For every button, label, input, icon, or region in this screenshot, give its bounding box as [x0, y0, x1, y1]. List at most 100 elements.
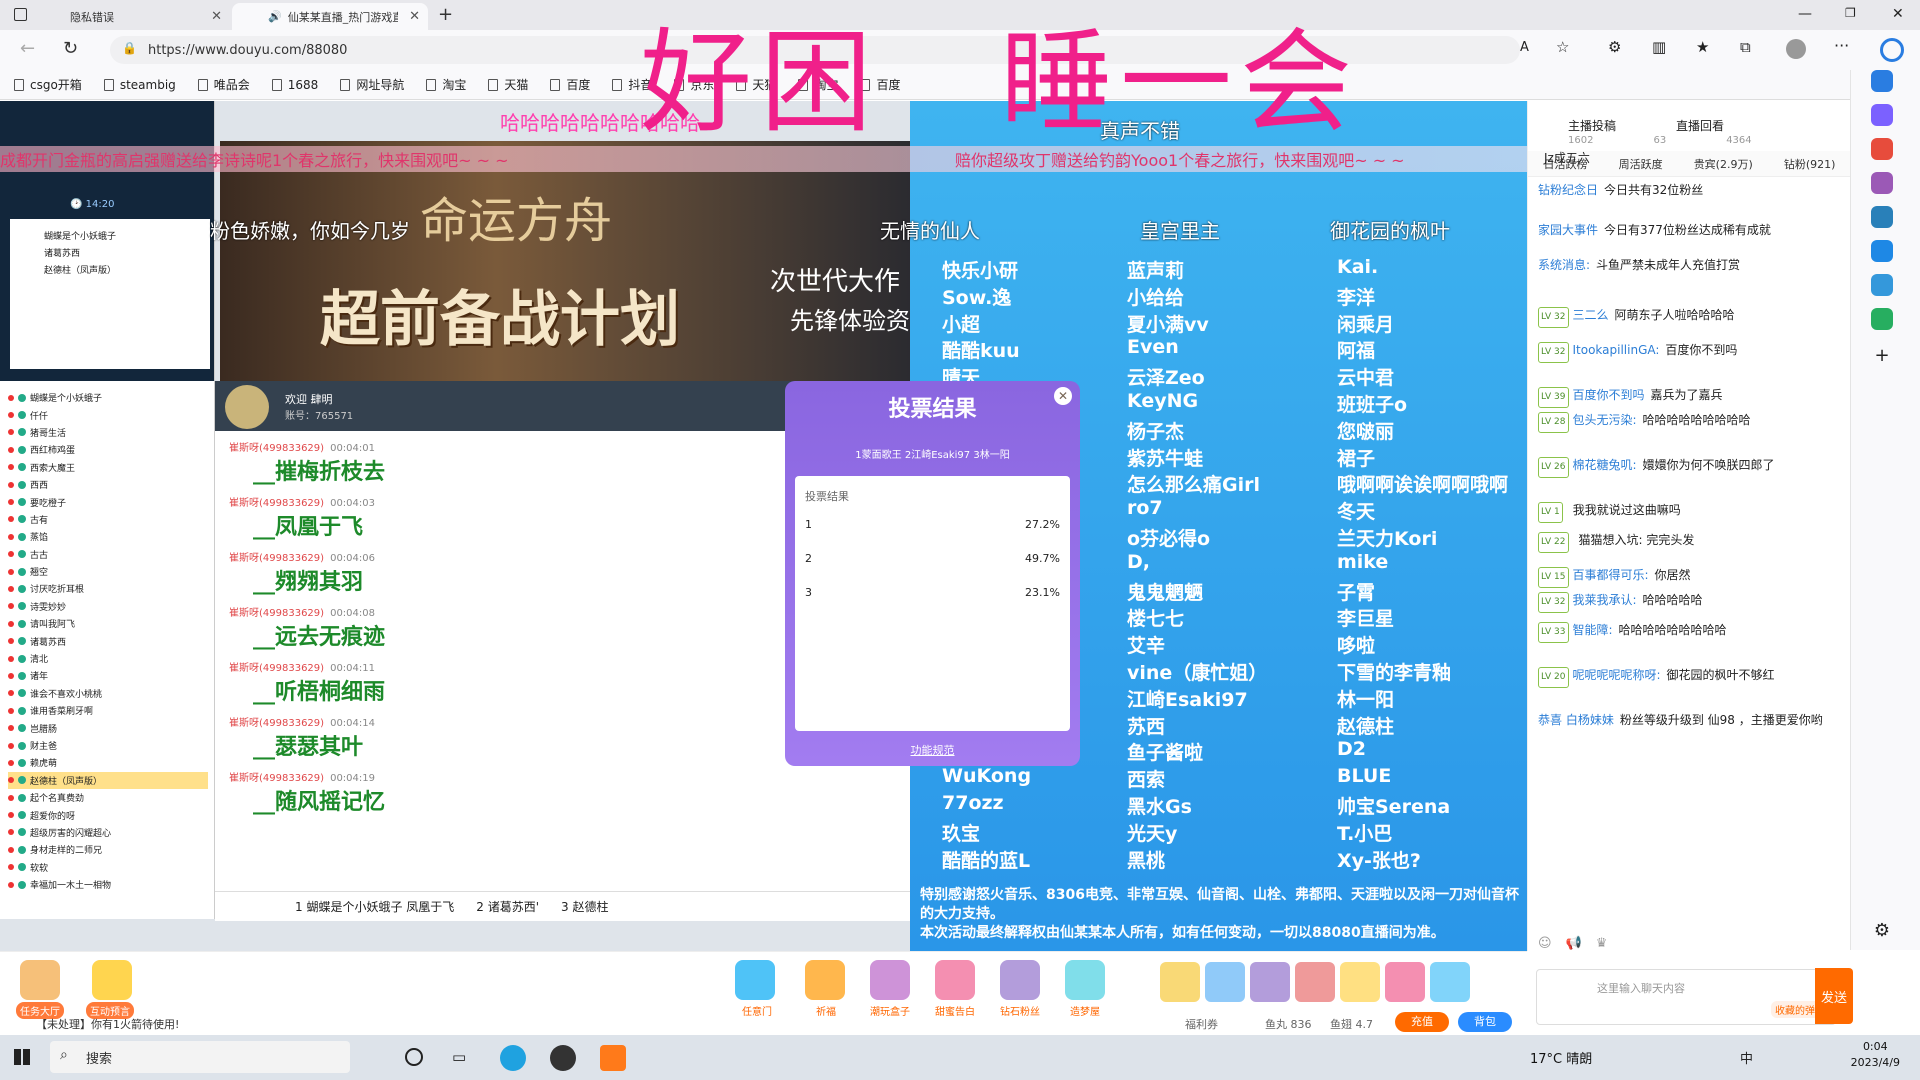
list-item[interactable]: 赖虎萌	[8, 754, 208, 771]
list-item[interactable]: 谁用香菜刷牙啊	[8, 702, 208, 719]
list-item[interactable]: 赵德柱（凤声版）	[8, 771, 208, 789]
favorites-icon[interactable]: ★	[1696, 38, 1709, 56]
tree-icon[interactable]	[1871, 308, 1893, 330]
list-item[interactable]: 清北	[8, 650, 208, 667]
list-item[interactable]: 古有	[8, 511, 208, 528]
gift-icon[interactable]	[735, 960, 775, 1000]
vote-rule-link[interactable]: 功能规范	[785, 742, 1080, 758]
welfare-link[interactable]: 福利券	[1185, 1016, 1218, 1032]
list-item[interactable]: 岂腊肠	[8, 719, 208, 736]
close-tab-icon[interactable]: ✕	[409, 9, 420, 24]
gift-icon[interactable]	[870, 960, 910, 1000]
megaphone-icon[interactable]: 📢	[1566, 936, 1582, 951]
split-screen-icon[interactable]: ▥	[1652, 38, 1666, 56]
bookmark-item[interactable]: 天猫	[488, 76, 528, 93]
replay-button[interactable]: 直播回看	[1676, 117, 1724, 134]
rocket-icon[interactable]	[1205, 962, 1245, 1002]
close-icon[interactable]: ✕	[1054, 387, 1072, 405]
list-item[interactable]: 起个名真费劲	[8, 789, 208, 806]
ime-indicator[interactable]: 中	[1740, 1048, 1753, 1067]
minimize-icon[interactable]: —	[1798, 6, 1812, 22]
list-item[interactable]: 讨厌吃折耳根	[8, 580, 208, 597]
list-item[interactable]: 诸年	[8, 667, 208, 684]
recharge-button[interactable]: 充值	[1395, 1012, 1449, 1032]
collections-icon[interactable]: ⧉	[1740, 38, 1751, 56]
settings-icon[interactable]: ⚙	[1871, 920, 1893, 942]
search-icon[interactable]	[1871, 70, 1893, 92]
bag-button[interactable]: 背包	[1458, 1012, 1512, 1032]
crown-icon[interactable]: ♛	[1596, 936, 1608, 951]
chat-input[interactable]: 这里输入聊天内容 收藏的弹幕	[1536, 969, 1836, 1025]
shopping-icon[interactable]	[1871, 104, 1893, 126]
window-menu-icon[interactable]	[14, 8, 27, 21]
list-item[interactable]: 超级厉害的闪耀超心	[8, 824, 208, 841]
bookmark-item[interactable]: 网址导航	[340, 76, 404, 93]
gift-icon[interactable]	[1065, 960, 1105, 1000]
weather[interactable]: 17°C 晴朗	[1530, 1048, 1592, 1067]
list-item[interactable]: 西西	[8, 476, 208, 493]
bookmark-item[interactable]: 唯品会	[197, 76, 250, 93]
list-item[interactable]: 诗雯妙妙	[8, 598, 208, 615]
bookmark-item[interactable]: 淘宝	[426, 76, 466, 93]
clock[interactable]: 0:04 2023/4/9	[1851, 1039, 1900, 1071]
rocket-icon[interactable]	[1340, 962, 1380, 1002]
list-item[interactable]: 诸葛苏西	[8, 632, 208, 649]
extensions-icon[interactable]: ⚙	[1608, 38, 1621, 56]
rocket-icon[interactable]	[1295, 962, 1335, 1002]
taskbar-search[interactable]: ⌕ 搜索	[50, 1041, 350, 1073]
list-item[interactable]: 财主爸	[8, 737, 208, 754]
list-item[interactable]: 古古	[8, 546, 208, 563]
list-item[interactable]: 猪哥生活	[8, 424, 208, 441]
list-item[interactable]: 仟仟	[8, 406, 208, 423]
read-aloud-icon[interactable]: A	[1520, 40, 1529, 55]
close-tab-icon[interactable]: ✕	[211, 9, 222, 24]
new-tab-button[interactable]: +	[438, 4, 453, 25]
task-view-icon[interactable]: ▭	[452, 1048, 466, 1066]
avatar[interactable]	[1786, 39, 1806, 59]
back-icon[interactable]: ←	[20, 38, 35, 59]
obs-icon[interactable]	[550, 1045, 576, 1071]
list-item[interactable]: 要吃橙子	[8, 493, 208, 510]
rocket-icon[interactable]	[1385, 962, 1425, 1002]
favorite-icon[interactable]: ☆	[1556, 38, 1569, 56]
douyu-icon[interactable]	[600, 1045, 626, 1071]
list-item[interactable]: 蒸馅	[8, 528, 208, 545]
send-icon[interactable]	[1871, 274, 1893, 296]
tab-douyu[interactable]: 🔊 仙某某直播_热门游戏直播_斗 ✕	[232, 3, 428, 30]
games-icon[interactable]	[1871, 172, 1893, 194]
send-button[interactable]: 发送	[1815, 968, 1853, 1024]
list-item[interactable]: 软软	[8, 859, 208, 876]
copilot-icon[interactable]	[1880, 38, 1904, 62]
gift-icon[interactable]	[805, 960, 845, 1000]
rocket-icon[interactable]	[1430, 962, 1470, 1002]
list-item[interactable]: 请叫我阿飞	[8, 615, 208, 632]
bookmark-item[interactable]: 百度	[550, 76, 590, 93]
bookmark-item[interactable]: steambig	[103, 78, 176, 92]
list-item[interactable]: 翘空	[8, 563, 208, 580]
list-item[interactable]: 身材走样的二师兄	[8, 841, 208, 858]
list-item[interactable]: 西索大魔王	[8, 459, 208, 476]
bookmark-item[interactable]: 1688	[271, 78, 318, 92]
speaker-icon[interactable]: 🔊	[268, 10, 282, 23]
windows-start-icon[interactable]	[14, 1049, 30, 1065]
cortana-icon[interactable]	[405, 1048, 423, 1066]
restore-icon[interactable]: ❐	[1845, 6, 1856, 20]
rocket-icon[interactable]	[1250, 962, 1290, 1002]
tab-privacy-error[interactable]: 隐私错误 ✕	[40, 3, 230, 30]
close-window-icon[interactable]: ✕	[1892, 6, 1904, 22]
edge-icon[interactable]	[500, 1045, 526, 1071]
more-icon[interactable]: ···	[1834, 36, 1849, 55]
list-item[interactable]: 超爱你的呀	[8, 806, 208, 823]
rocket-icon[interactable]	[1160, 962, 1200, 1002]
refresh-icon[interactable]: ↻	[63, 38, 78, 59]
list-item[interactable]: 西红柿鸡蛋	[8, 441, 208, 458]
tools-icon[interactable]	[1871, 138, 1893, 160]
office-icon[interactable]	[1871, 206, 1893, 228]
list-item[interactable]: 谁会不喜欢小桃桃	[8, 685, 208, 702]
list-item[interactable]: 蝴蝶是个小妖蛾子	[8, 389, 208, 406]
outlook-icon[interactable]	[1871, 240, 1893, 262]
gift-icon[interactable]	[935, 960, 975, 1000]
add-icon[interactable]: +	[1871, 345, 1893, 367]
gift-icon[interactable]	[1000, 960, 1040, 1000]
task-hall-icon[interactable]	[20, 960, 60, 1000]
